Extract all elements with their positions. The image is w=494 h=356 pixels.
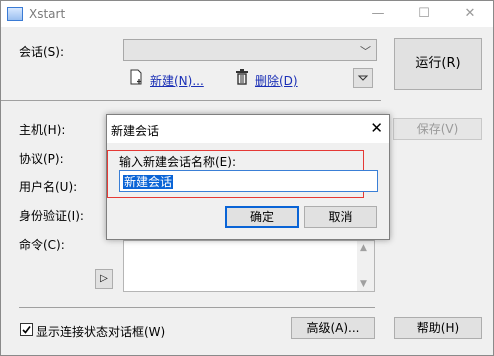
session-name-value: 新建会话 [123,175,174,189]
trash-icon [236,69,248,85]
show-status-label: 显示连接状态对话框(W) [36,325,166,339]
separator [19,307,375,308]
scroll-up-icon[interactable]: ▲ [360,243,367,253]
checkmark-icon [22,326,31,334]
app-icon [7,7,23,21]
session-name-input[interactable]: 新建会话 [119,170,378,192]
protocol-label: 协议(P): [19,152,64,166]
session-name-label: 输入新建会话名称(E): [119,155,236,169]
cancel-button[interactable]: 取消 [304,206,377,228]
command-field[interactable]: ▲ ▼ [123,240,375,292]
delete-session-link[interactable]: 删除(D) [255,72,298,89]
show-status-checkbox[interactable] [20,323,33,336]
dialog-title-bar: 新建会话 ✕ [107,115,389,143]
new-session-link[interactable]: 新建(N)... [150,72,204,89]
minimize-button[interactable]: — [355,1,401,27]
run-button[interactable]: 运行(R) [394,38,482,90]
scroll-down-icon[interactable]: ▼ [360,279,367,289]
save-button[interactable]: 保存(V) [393,118,482,140]
command-label: 命令(C): [19,238,65,252]
chevron-down-icon: ﹀ [360,45,371,58]
username-label: 用户名(U): [19,180,78,194]
maximize-button[interactable]: ☐ [401,1,447,27]
host-label: 主机(H): [19,123,66,137]
session-menu-button[interactable] [353,68,373,88]
help-button[interactable]: 帮助(H) [394,317,482,339]
new-session-dialog: 新建会话 ✕ 输入新建会话名称(E): 新建会话 确定 取消 [106,114,390,240]
dialog-close-button[interactable]: ✕ [370,119,383,137]
ok-button[interactable]: 确定 [225,206,299,228]
session-combo[interactable]: ﹀ [123,39,377,61]
title-bar: Xstart — ☐ ✕ [1,1,493,27]
auth-label: 身份验证(I): [19,209,84,223]
scrollbar[interactable]: ▲ ▼ [357,241,374,291]
chevron-down-icon [357,75,369,81]
expand-button[interactable]: ▷ [95,269,113,289]
advanced-button[interactable]: 高级(A)... [291,317,375,339]
window-title: Xstart [29,7,66,21]
separator [1,100,381,101]
dialog-title: 新建会话 [111,124,160,138]
session-label: 会话(S): [19,45,65,59]
close-button[interactable]: ✕ [447,1,493,27]
new-document-icon [130,69,142,85]
